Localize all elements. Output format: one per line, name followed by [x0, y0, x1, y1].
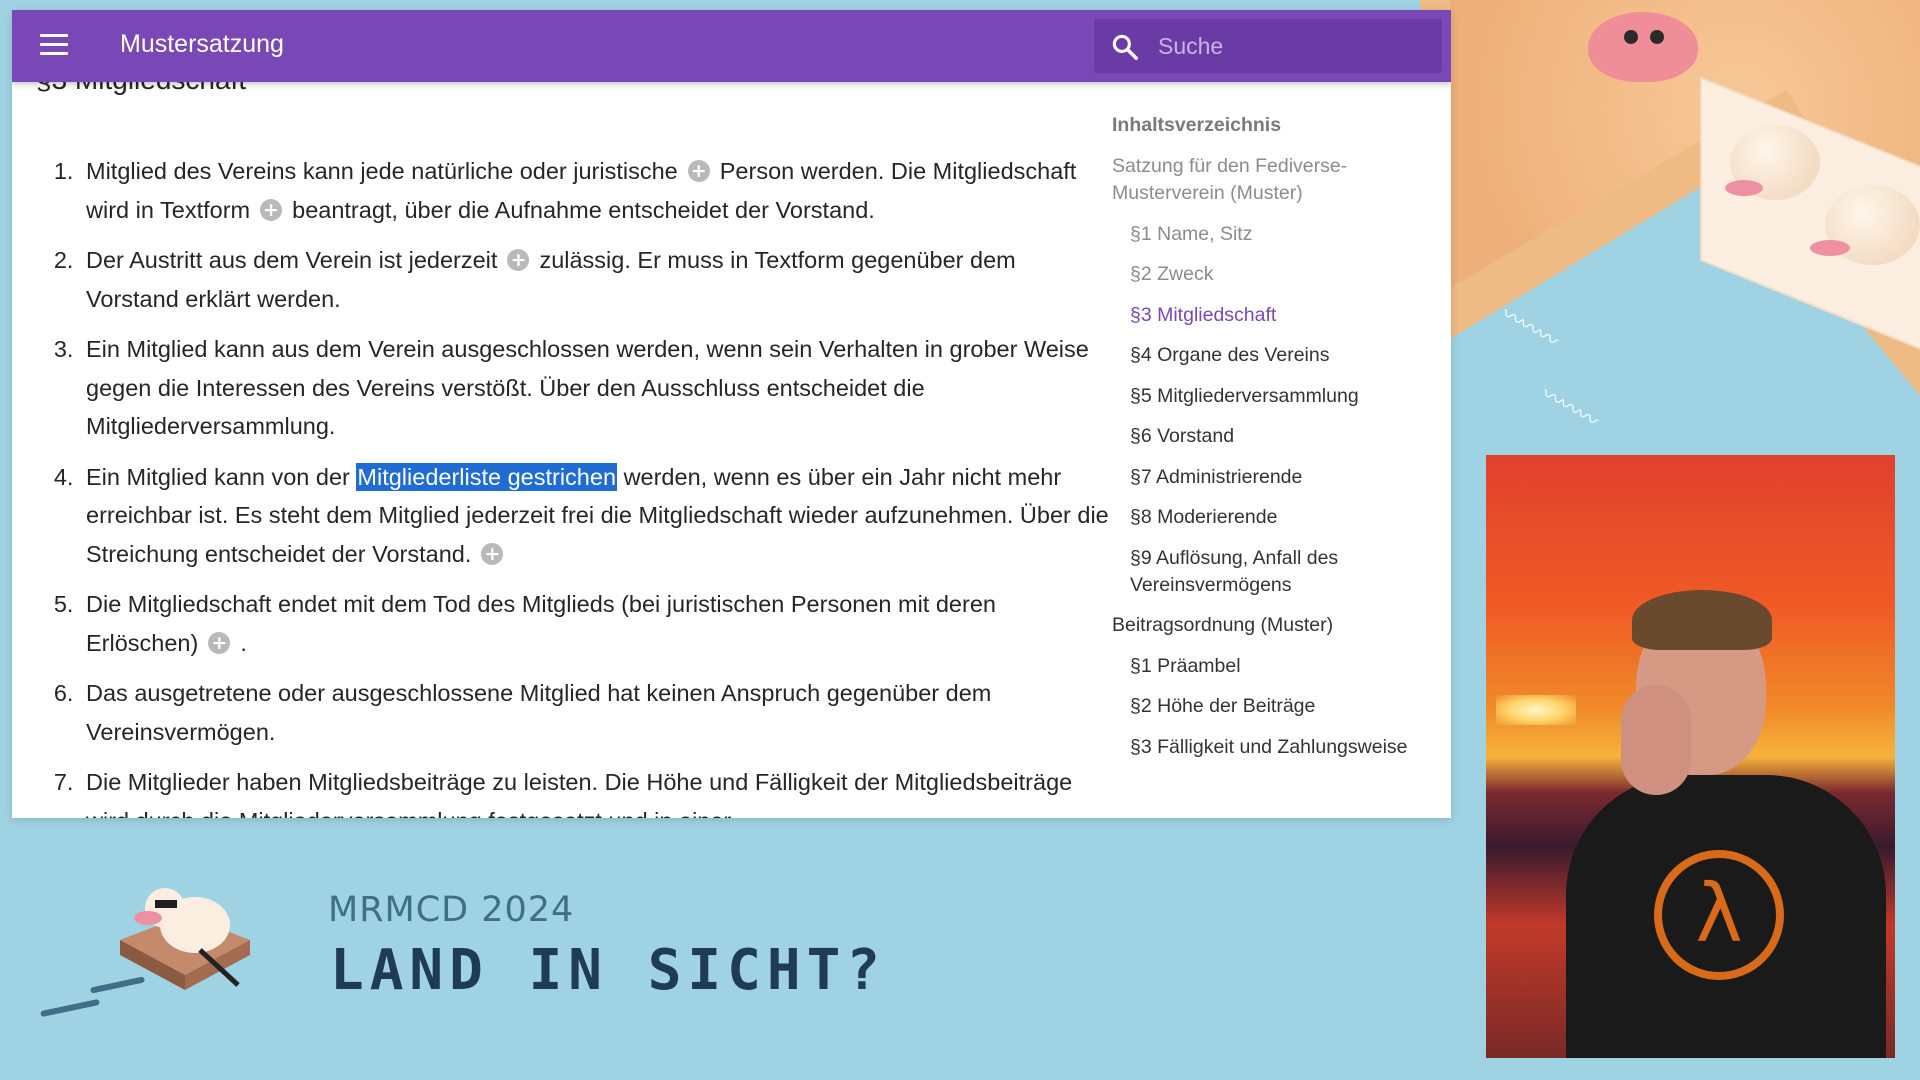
search-box[interactable]: [1094, 19, 1442, 73]
duck-beak-decoration: [1810, 240, 1850, 256]
event-name: MRMCD 2024: [328, 890, 575, 930]
list-item: Ein Mitglied kann aus dem Verein ausgesc…: [80, 330, 1110, 446]
list-item: Die Mitgliedschaft endet mit dem Tod des…: [80, 585, 1110, 662]
list-item: Ein Mitglied kann von der Mitgliederlist…: [80, 458, 1110, 574]
half-life-lambda-logo: λ: [1654, 850, 1784, 980]
toc-link[interactable]: §8 Moderierende: [1112, 504, 1442, 531]
item-text: Mitglied des Vereins kann jede natürlich…: [86, 158, 678, 184]
duck-mascot-logo: [120, 888, 250, 990]
arrow-decoration: [40, 998, 100, 1018]
toc-link[interactable]: §6 Vorstand: [1112, 423, 1442, 450]
rules-list: Mitglied des Vereins kann jede natürlich…: [42, 152, 1110, 818]
toc-link[interactable]: §2 Zweck: [1112, 261, 1442, 288]
item-text: Die Mitglieder haben Mitgliedsbeiträge z…: [86, 769, 1073, 818]
add-annotation-icon[interactable]: +: [687, 160, 710, 182]
item-text: .: [240, 629, 247, 656]
list-item: Mitglied des Vereins kann jede natürlich…: [80, 152, 1110, 229]
add-annotation-icon[interactable]: +: [507, 249, 530, 271]
video-frame: 〰〰〰 〰〰〰 Mustersatzung §3 Mitgliedschaft …: [0, 0, 1920, 1080]
item-text: beantragt, über die Aufnahme entscheidet…: [292, 196, 875, 223]
list-item: Die Mitglieder haben Mitgliedsbeiträge z…: [80, 763, 1110, 818]
search-input[interactable]: [1156, 27, 1430, 65]
search-icon: [1112, 34, 1138, 60]
list-item: Das ausgetretene oder ausgeschlossene Mi…: [80, 674, 1110, 751]
crab-decoration: [1588, 12, 1698, 82]
item-text: Der Austritt aus dem Verein ist jederzei…: [86, 247, 498, 273]
toc-link-satzung[interactable]: Satzung für den Fediverse-Musterverein (…: [1112, 153, 1442, 207]
hamburger-menu-icon[interactable]: [40, 34, 68, 58]
toc-link[interactable]: §2 Höhe der Beiträge: [1112, 693, 1442, 720]
sunset-sun: [1496, 695, 1576, 725]
toc-title: Inhaltsverzeichnis: [1112, 114, 1282, 136]
main-content: §3 Mitgliedschaft Mitglied des Vereins k…: [12, 64, 1109, 818]
list-item: Der Austritt aus dem Verein ist jederzei…: [80, 241, 1110, 318]
toc-link-beitragsordnung[interactable]: Beitragsordnung (Muster): [1112, 612, 1442, 639]
selected-text[interactable]: Mitgliederliste gestrichen: [356, 462, 618, 491]
add-annotation-icon[interactable]: +: [208, 631, 231, 654]
wave-decoration: 〰〰〰: [1496, 302, 1561, 354]
item-text: Ein Mitglied kann von der: [86, 463, 350, 490]
table-of-contents: Inhaltsverzeichnis Satzung für den Fediv…: [1112, 114, 1442, 774]
speaker-webcam: λ: [1486, 455, 1895, 1058]
toc-link[interactable]: §1 Präambel: [1112, 653, 1442, 680]
speaker-hand: [1621, 685, 1691, 795]
item-text: Das ausgetretene oder ausgeschlossene Mi…: [86, 680, 992, 745]
documentation-window: Mustersatzung §3 Mitgliedschaft Mitglied…: [12, 10, 1451, 818]
toc-link[interactable]: §3 Fälligkeit und Zahlungsweise: [1112, 734, 1442, 761]
speaker-hair: [1632, 590, 1772, 650]
event-slogan: LAND IN SICHT?: [330, 938, 887, 1003]
toc-link[interactable]: §4 Organe des Vereins: [1112, 342, 1442, 369]
toc-link[interactable]: §7 Administrierende: [1112, 464, 1442, 491]
duck-beak-decoration: [1725, 180, 1763, 196]
add-annotation-icon[interactable]: +: [260, 198, 283, 221]
site-title[interactable]: Mustersatzung: [120, 30, 284, 59]
toc-link[interactable]: §1 Name, Sitz: [1112, 221, 1442, 248]
item-text: Ein Mitglied kann aus dem Verein ausgesc…: [86, 336, 1089, 439]
top-app-bar: Mustersatzung: [12, 10, 1451, 82]
wave-decoration: 〰〰〰: [1536, 382, 1601, 434]
add-annotation-icon[interactable]: +: [481, 542, 504, 565]
toc-link[interactable]: §9 Auflösung, Anfall des Vereinsvermögen…: [1112, 545, 1442, 599]
toc-link-active[interactable]: §3 Mitgliedschaft: [1112, 302, 1442, 329]
toc-link[interactable]: §5 Mitgliederversammlung: [1112, 383, 1442, 410]
